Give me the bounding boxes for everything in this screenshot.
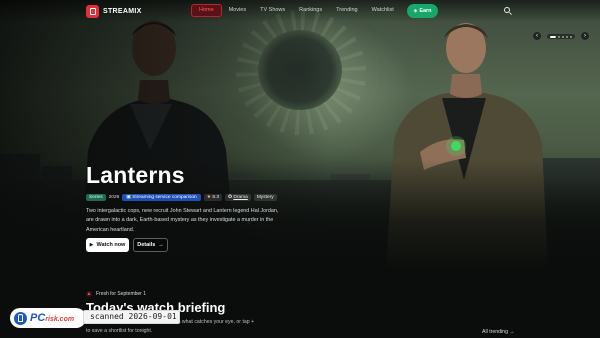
logo-text: STREAMIX	[103, 7, 142, 15]
play-icon: ▶	[89, 242, 94, 248]
pcrisk-watermark: PCrisk.com	[10, 308, 86, 328]
slide-dot[interactable]	[562, 35, 564, 38]
all-trending-label: All trending	[482, 329, 508, 335]
magnifier-logo-icon	[14, 311, 27, 325]
ticket-icon: ◈	[413, 8, 418, 14]
genre-chip-mystery[interactable]: Mystery	[253, 193, 277, 201]
rating-value: 8.3	[212, 194, 220, 200]
genre-chip-drama[interactable]: ✪ Drama	[225, 193, 251, 201]
genre-label: Drama	[233, 194, 248, 200]
hero-meta: Series 2026 ▣ Streaming service comparis…	[86, 193, 277, 201]
hero-title: Lanterns	[86, 162, 185, 188]
briefing-badge-label: Fresh for September 1	[96, 290, 147, 297]
top-nav: STREAMIX Home Movies TV Shows Rankings T…	[0, 0, 600, 22]
slide-indicators	[547, 34, 575, 39]
streamix-home: STREAMIX Home Movies TV Shows Rankings T…	[0, 0, 600, 338]
prev-slide-chevron-left-icon[interactable]: ‹	[532, 31, 542, 41]
compare-icon: ▣	[126, 194, 131, 200]
fire-icon: ▲	[86, 290, 92, 297]
slide-dot[interactable]	[550, 35, 556, 38]
slide-dot[interactable]	[570, 35, 572, 38]
nav-link-watchlist[interactable]: Watchlist	[365, 4, 401, 17]
nav-link-movies[interactable]: Movies	[222, 4, 253, 17]
earn-button[interactable]: ◈ Earn	[407, 4, 438, 18]
compare-chip[interactable]: ▣ Streaming service comparison	[122, 193, 201, 201]
details-button[interactable]: Details →	[133, 238, 168, 252]
slide-dot[interactable]	[558, 35, 560, 38]
nav-link-tv-shows[interactable]: TV Shows	[253, 4, 292, 17]
details-label: Details	[137, 242, 156, 248]
pcrisk-suffix: risk.com	[45, 316, 75, 323]
slide-dot[interactable]	[566, 35, 568, 38]
search-icon[interactable]	[504, 7, 510, 13]
next-slide-chevron-right-icon[interactable]: ›	[580, 31, 590, 41]
release-year: 2026	[108, 194, 120, 200]
logo[interactable]: STREAMIX	[86, 4, 142, 18]
pcrisk-logo-text: PCrisk.com	[30, 312, 74, 324]
nav-link-trending[interactable]: Trending	[329, 4, 365, 17]
all-trending-link[interactable]: All trending →	[482, 329, 515, 335]
arrow-right-icon: →	[158, 242, 164, 248]
briefing-badge: ▲ Fresh for September 1	[86, 290, 146, 297]
star-icon: ★	[206, 194, 212, 200]
type-badge: Series	[86, 193, 106, 201]
rating-chip: ★ 8.3	[203, 193, 223, 201]
nav-link-home[interactable]: Home	[191, 4, 222, 17]
earn-label: Earn	[419, 8, 432, 14]
pcrisk-brand: PC	[30, 312, 46, 324]
compare-chip-label: Streaming service comparison	[132, 194, 197, 200]
logo-icon	[86, 4, 99, 18]
nav-links: Home Movies TV Shows Rankings Trending W…	[191, 4, 428, 17]
masks-icon: ✪	[228, 194, 233, 200]
watch-now-button[interactable]: ▶ Watch now	[86, 238, 129, 252]
watch-now-label: Watch now	[96, 242, 126, 248]
hero-description: Two intergalactic cops, new recruit John…	[86, 208, 279, 233]
arrow-right-icon: →	[509, 329, 515, 335]
scanned-stamp: scanned 2026-09-01	[83, 310, 180, 324]
nav-link-rankings[interactable]: Rankings	[292, 4, 329, 17]
